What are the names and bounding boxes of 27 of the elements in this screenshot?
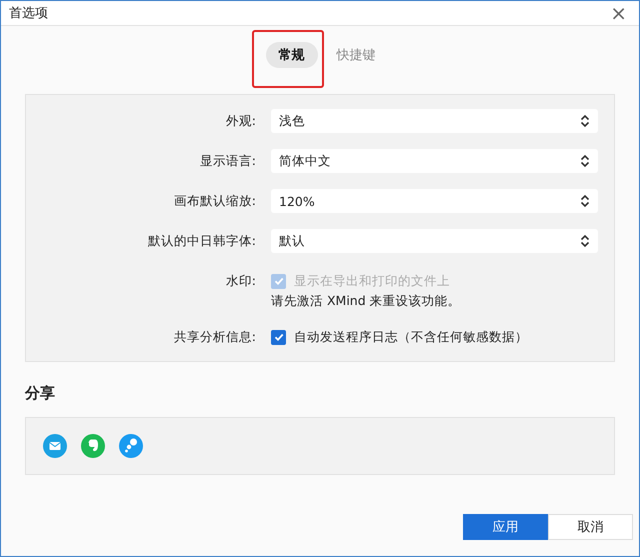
checkmark-icon (272, 331, 284, 343)
section-heading: 分享 (25, 384, 55, 403)
setting-label: 共享分析信息: (172, 328, 257, 346)
apply-button[interactable]: 应用 (463, 514, 548, 540)
cancel-button[interactable]: 取消 (548, 514, 633, 540)
setting-label: 画布默认缩放: (172, 192, 257, 210)
tab[interactable]: 常规 (266, 42, 318, 68)
setting-label: 外观: (224, 112, 257, 130)
updown-icon (580, 194, 590, 208)
checkbox-label: 显示在导出和打印的文件上 (294, 272, 450, 290)
updown-icon (580, 154, 590, 168)
dropdown[interactable]: 默认 (271, 229, 598, 253)
bubbles-icon[interactable] (119, 434, 143, 458)
setting-label: 显示语言: (198, 152, 257, 170)
dropdown[interactable]: 120% (271, 189, 598, 213)
window-title: 首选项 (9, 5, 48, 22)
dropdown[interactable]: 简体中文 (271, 149, 598, 173)
checkbox-label: 自动发送程序日志（不含任何敏感数据） (294, 328, 528, 346)
checkbox[interactable] (271, 330, 286, 344)
dropdown[interactable]: 浅色 (271, 109, 598, 133)
updown-icon (580, 234, 590, 248)
close-button[interactable]: × (606, 3, 631, 23)
hint-text: 请先激活 XMind 来重设该功能。 (271, 293, 462, 309)
updown-icon (580, 114, 590, 128)
mail-icon[interactable] (43, 434, 67, 458)
setting-label: 默认的中日韩字体: (146, 232, 257, 250)
setting-label: 水印: (224, 272, 257, 290)
